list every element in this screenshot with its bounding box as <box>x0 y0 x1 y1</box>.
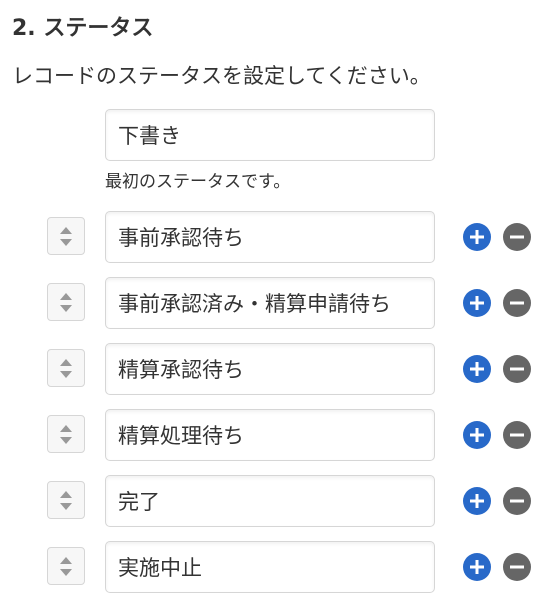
status-input[interactable] <box>105 277 435 329</box>
drag-handle[interactable] <box>47 217 85 255</box>
section-description: レコードのステータスを設定してください。 <box>12 64 431 88</box>
up-down-arrows-icon <box>60 227 72 246</box>
status-input[interactable] <box>105 211 435 263</box>
remove-status-button[interactable] <box>503 289 531 317</box>
plus-icon <box>470 494 484 508</box>
initial-status-row <box>105 109 435 161</box>
remove-status-button[interactable] <box>503 421 531 449</box>
status-row <box>0 541 560 593</box>
minus-icon <box>510 367 524 371</box>
add-status-button[interactable] <box>463 553 491 581</box>
plus-icon <box>470 296 484 310</box>
up-down-arrows-icon <box>60 491 72 510</box>
minus-icon <box>510 433 524 437</box>
add-status-button[interactable] <box>463 355 491 383</box>
add-status-button[interactable] <box>463 223 491 251</box>
up-down-arrows-icon <box>60 425 72 444</box>
status-row <box>0 277 560 329</box>
drag-handle[interactable] <box>47 283 85 321</box>
initial-status-input[interactable] <box>105 109 435 161</box>
status-input[interactable] <box>105 409 435 461</box>
remove-status-button[interactable] <box>503 487 531 515</box>
drag-handle[interactable] <box>47 481 85 519</box>
drag-handle[interactable] <box>47 415 85 453</box>
minus-icon <box>510 499 524 503</box>
minus-icon <box>510 565 524 569</box>
status-input[interactable] <box>105 343 435 395</box>
plus-icon <box>470 560 484 574</box>
plus-icon <box>470 230 484 244</box>
remove-status-button[interactable] <box>503 223 531 251</box>
status-input[interactable] <box>105 541 435 593</box>
remove-status-button[interactable] <box>503 553 531 581</box>
up-down-arrows-icon <box>60 557 72 576</box>
status-row <box>0 475 560 527</box>
status-row <box>0 409 560 461</box>
drag-handle[interactable] <box>47 349 85 387</box>
section-title: 2. ステータス <box>12 16 154 41</box>
status-input[interactable] <box>105 475 435 527</box>
status-list <box>0 211 560 607</box>
remove-status-button[interactable] <box>503 355 531 383</box>
up-down-arrows-icon <box>60 293 72 312</box>
initial-status-hint: 最初のステータスです。 <box>105 172 291 192</box>
plus-icon <box>470 428 484 442</box>
add-status-button[interactable] <box>463 487 491 515</box>
status-row <box>0 211 560 263</box>
add-status-button[interactable] <box>463 289 491 317</box>
status-row <box>0 343 560 395</box>
add-status-button[interactable] <box>463 421 491 449</box>
up-down-arrows-icon <box>60 359 72 378</box>
plus-icon <box>470 362 484 376</box>
minus-icon <box>510 301 524 305</box>
minus-icon <box>510 235 524 239</box>
drag-handle[interactable] <box>47 547 85 585</box>
